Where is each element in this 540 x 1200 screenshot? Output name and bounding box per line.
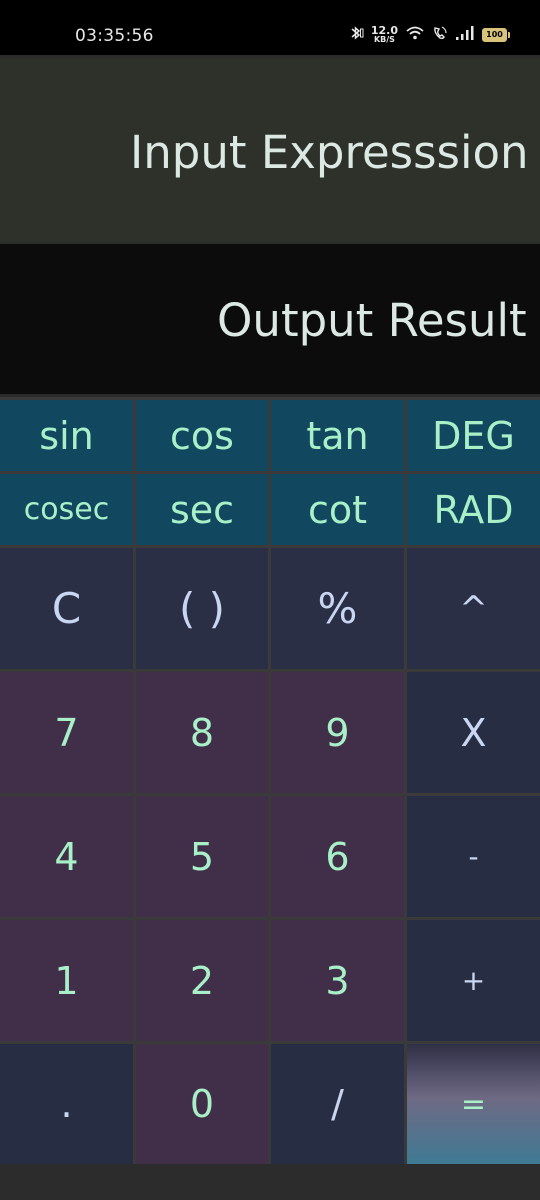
multiply-button[interactable]: X (407, 672, 540, 793)
divide-button[interactable]: / (271, 1044, 404, 1164)
digit-4-button[interactable]: 4 (0, 796, 133, 917)
rad-button[interactable]: RAD (407, 474, 540, 545)
keypad: sin cos tan DEG cosec sec cot RAD C ( ) … (0, 397, 540, 1164)
digit-2-button[interactable]: 2 (136, 920, 268, 1041)
navigation-bar (0, 1164, 540, 1200)
bluetooth-icon (348, 25, 364, 45)
net-speed: 12.0 KB/S (370, 24, 398, 44)
result-output-placeholder: Output Result (217, 294, 527, 347)
digit-5-button[interactable]: 5 (136, 796, 268, 917)
net-speed-unit: KB/S (373, 35, 395, 44)
percent-button[interactable]: % (271, 548, 404, 669)
status-icons: 12.0 KB/S 100 (348, 24, 510, 46)
status-time: 03:35:56 (75, 26, 154, 46)
digit-3-button[interactable]: 3 (271, 920, 404, 1041)
cos-button[interactable]: cos (136, 400, 268, 471)
cosec-button[interactable]: cosec (0, 474, 133, 545)
sec-button[interactable]: sec (136, 474, 268, 545)
digit-1-button[interactable]: 1 (0, 920, 133, 1041)
call-icon (432, 25, 448, 45)
battery-icon: 100 (482, 28, 510, 42)
deg-button[interactable]: DEG (407, 400, 540, 471)
expression-input-placeholder: Input Expresssion (130, 126, 529, 179)
sin-button[interactable]: sin (0, 400, 133, 471)
wifi-icon (405, 25, 425, 45)
power-button[interactable]: ^ (407, 548, 540, 669)
digit-9-button[interactable]: 9 (271, 672, 404, 793)
result-output: Output Result (0, 244, 540, 394)
net-speed-value: 12.0 (370, 24, 398, 37)
add-button[interactable]: + (407, 920, 540, 1041)
decimal-button[interactable]: . (0, 1044, 133, 1164)
clear-button[interactable]: C (0, 548, 133, 669)
equals-button[interactable]: = (407, 1044, 540, 1164)
digit-6-button[interactable]: 6 (271, 796, 404, 917)
digit-8-button[interactable]: 8 (136, 672, 268, 793)
signal-icon (455, 25, 475, 45)
status-bar: 03:35:56 12.0 KB/S 100 (0, 0, 540, 55)
expression-input[interactable]: Input Expresssion (0, 58, 540, 242)
parentheses-button[interactable]: ( ) (136, 548, 268, 669)
tan-button[interactable]: tan (271, 400, 404, 471)
cot-button[interactable]: cot (271, 474, 404, 545)
subtract-button[interactable]: - (407, 796, 540, 917)
digit-7-button[interactable]: 7 (0, 672, 133, 793)
digit-0-button[interactable]: 0 (136, 1044, 268, 1164)
